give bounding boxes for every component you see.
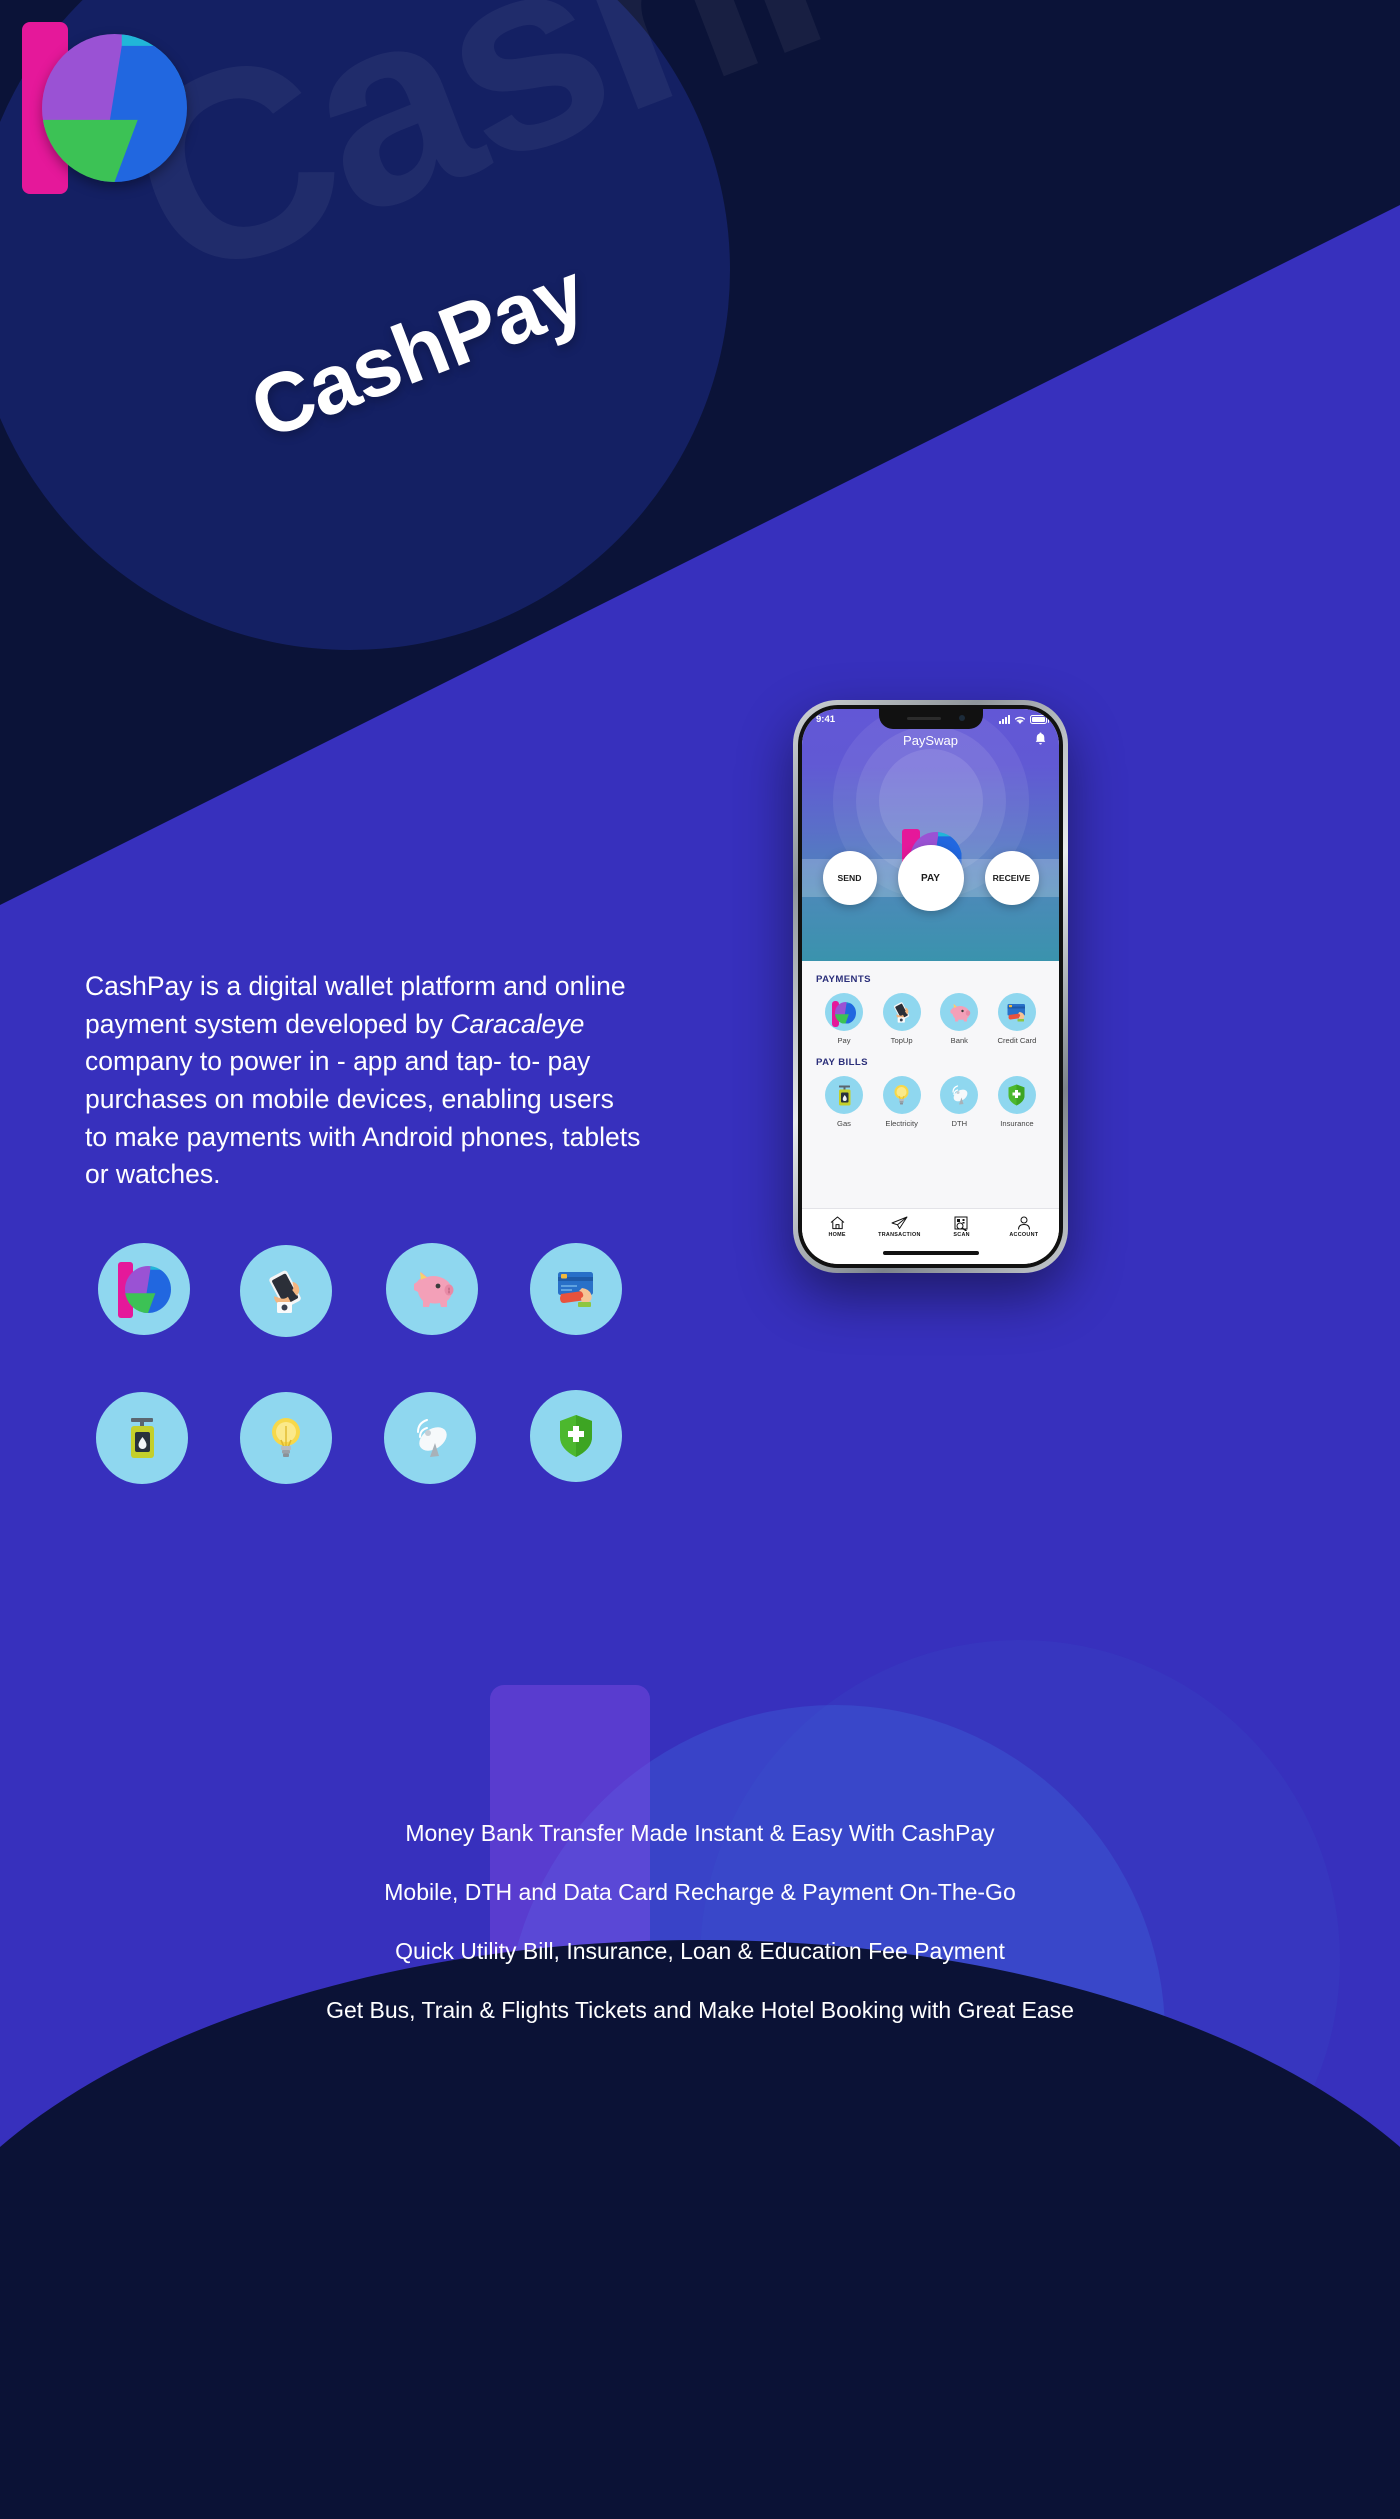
hero-action-buttons: SEND PAY RECEIVE (802, 845, 1059, 911)
piggy-bank-icon (940, 993, 979, 1031)
mobile-topup-icon (882, 993, 921, 1031)
nav-item-transaction[interactable]: TRANSACTION (872, 1215, 926, 1238)
section-title-pay-bills: PAY BILLS (816, 1057, 868, 1068)
home-indicator[interactable] (882, 1251, 979, 1255)
description-line-5: to make payments with Android phones, ta… (85, 1121, 641, 1152)
phone-screen: 9:41 PaySwap SEND PAY RECEIVE PAYMENTS P… (802, 709, 1059, 1264)
home-indicator-area (802, 1242, 1059, 1264)
cashpay-logo-icon (825, 993, 863, 1031)
home-icon (810, 1215, 864, 1231)
gas-cylinder-icon (825, 1076, 863, 1114)
battery-icon (1030, 715, 1049, 724)
app-hero-section: 9:41 PaySwap SEND PAY RECEIVE (802, 709, 1059, 961)
description-line-1: CashPay is a digital wallet platform and… (85, 971, 626, 1001)
app-title: PaySwap (903, 732, 958, 748)
description-company-name: Caracaleye (450, 1008, 585, 1039)
signal-bars-icon (999, 715, 1010, 724)
tile-row-pay-bills: Gas Electricity DTH Insurance (816, 1076, 1045, 1128)
tile-topup[interactable]: TopUp (874, 993, 930, 1045)
tile-insurance[interactable]: Insurance (989, 1076, 1045, 1128)
phone-mockup: 9:41 PaySwap SEND PAY RECEIVE PAYMENTS P… (793, 700, 1068, 1273)
logo-circle (42, 34, 187, 182)
light-bulb-icon (882, 1076, 921, 1114)
feature-list: Money Bank Transfer Made Instant & Easy … (0, 1820, 1400, 2056)
tile-label: Gas (837, 1119, 851, 1128)
icon-cell-credit-card[interactable] (530, 1243, 622, 1335)
description-line-3: company to power in - app and tap- to- p… (85, 1046, 591, 1077)
tile-pay[interactable]: Pay (816, 993, 872, 1045)
icon-row-payments (98, 1243, 622, 1337)
description-paragraph: CashPay is a digital wallet platform and… (85, 968, 685, 1194)
feature-line-2: Mobile, DTH and Data Card Recharge & Pay… (384, 1879, 1016, 1905)
satellite-dish-icon (384, 1392, 476, 1484)
section-title-payments: PAYMENTS (816, 974, 871, 985)
credit-card-icon (530, 1243, 622, 1335)
feature-line-4: Get Bus, Train & Flights Tickets and Mak… (326, 1997, 1074, 2023)
app-body-panel: PAYMENTS Pay TopUp Bank Credit Card PAY … (802, 961, 1059, 1208)
tile-bank[interactable]: Bank (931, 993, 987, 1045)
tile-label: TopUp (890, 1036, 913, 1045)
nav-label: TRANSACTION (878, 1232, 921, 1238)
icon-cell-dth[interactable] (384, 1390, 478, 1484)
phone-bezel: 9:41 PaySwap SEND PAY RECEIVE PAYMENTS P… (798, 705, 1063, 1268)
paper-plane-icon (872, 1215, 926, 1231)
icon-cell-insurance[interactable] (530, 1390, 622, 1482)
tile-gas[interactable]: Gas (816, 1076, 872, 1128)
gas-cylinder-icon (96, 1392, 188, 1484)
wifi-icon (1014, 716, 1026, 724)
app-bar: PaySwap (802, 725, 1059, 755)
icon-cell-bank[interactable] (386, 1243, 478, 1335)
pay-button[interactable]: PAY (897, 845, 964, 911)
shield-plus-icon (530, 1390, 622, 1482)
tile-dth[interactable]: DTH (931, 1076, 987, 1128)
nav-label: SCAN (953, 1232, 970, 1238)
icon-cell-electricity[interactable] (240, 1390, 334, 1484)
icon-cell-topup[interactable] (240, 1243, 334, 1337)
description-line-6: or watches. (85, 1159, 221, 1190)
tile-electricity[interactable]: Electricity (874, 1076, 930, 1128)
satellite-dish-icon (940, 1076, 979, 1114)
nav-label: HOME (828, 1232, 846, 1238)
icon-cell-gas[interactable] (96, 1390, 190, 1484)
user-account-icon (997, 1215, 1051, 1231)
status-bar: 9:41 (802, 709, 1059, 725)
tile-credit-card[interactable]: Credit Card (989, 993, 1045, 1045)
tile-row-payments: Pay TopUp Bank Credit Card (816, 993, 1045, 1045)
description-line-4: purchases on mobile devices, enabling us… (85, 1083, 614, 1114)
description-line-2-pre: payment system developed by (85, 1008, 451, 1039)
credit-card-icon (997, 993, 1036, 1031)
feature-icon-grid (96, 1243, 622, 1537)
cashpay-logo-icon (98, 1243, 190, 1335)
send-button[interactable]: SEND (822, 851, 877, 905)
shield-plus-icon (997, 1076, 1036, 1114)
tile-label: Pay (837, 1036, 851, 1045)
tile-label: Bank (950, 1036, 968, 1045)
icon-row-pay-bills (96, 1390, 622, 1484)
feature-line-3: Quick Utility Bill, Insurance, Loan & Ed… (395, 1938, 1005, 1964)
light-bulb-icon (240, 1392, 332, 1484)
poster-canvas: CashPay CashPay CashPay is a digital wal… (0, 0, 1400, 2519)
tile-label: Insurance (1000, 1119, 1034, 1128)
cashpay-p-logo-icon (22, 16, 187, 196)
nav-item-scan[interactable]: SCAN (935, 1215, 989, 1238)
nav-item-account[interactable]: ACCOUNT (997, 1215, 1051, 1238)
tile-label: Electricity (885, 1119, 918, 1128)
receive-button[interactable]: RECEIVE (984, 851, 1039, 905)
status-time: 9:41 (816, 714, 836, 725)
bottom-navigation-bar: HOME TRANSACTION SCAN ACCOUNT (802, 1208, 1059, 1242)
tile-label: Credit Card (997, 1036, 1037, 1045)
bell-icon[interactable] (1034, 731, 1047, 746)
piggy-bank-icon (386, 1243, 478, 1335)
nav-label: ACCOUNT (1009, 1232, 1039, 1238)
feature-line-1: Money Bank Transfer Made Instant & Easy … (405, 1820, 995, 1846)
tile-label: DTH (951, 1119, 968, 1128)
nav-item-home[interactable]: HOME (810, 1215, 864, 1238)
qr-scan-icon (935, 1215, 989, 1231)
icon-cell-pay[interactable] (98, 1243, 190, 1335)
mobile-topup-icon (240, 1245, 332, 1337)
